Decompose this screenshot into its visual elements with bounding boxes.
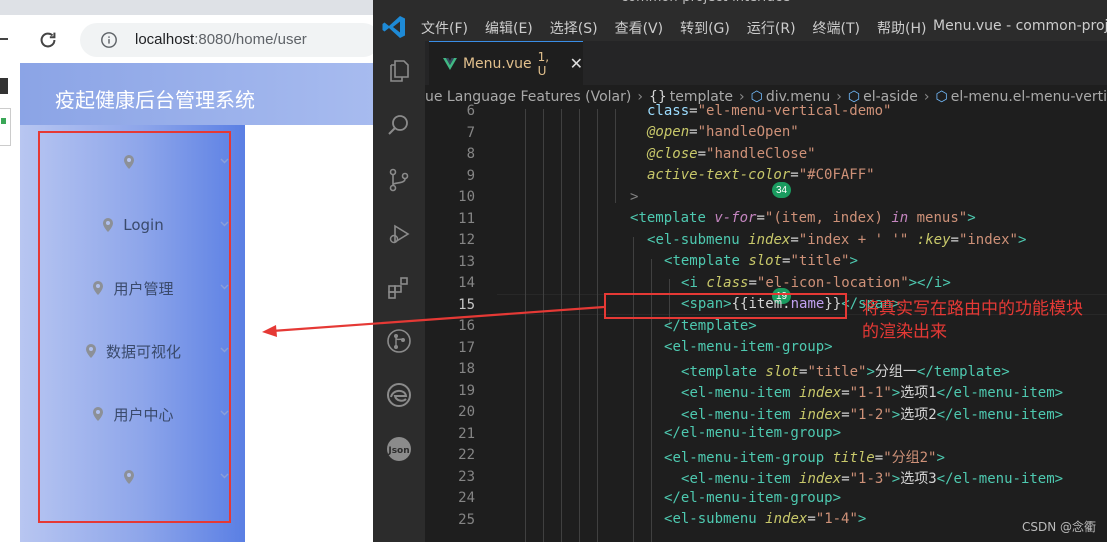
- ghost-window-title: common-project-interface: [621, 0, 790, 5]
- side-fragment: [0, 78, 8, 94]
- code-line-23: <el-menu-item index="1-3">选项3</el-menu-i…: [681, 471, 1064, 487]
- line-number: 21: [458, 425, 475, 442]
- code-line-8: @close="handleClose": [647, 146, 816, 162]
- line-number: 23: [458, 468, 475, 485]
- menu-help[interactable]: 帮助(H): [877, 18, 926, 38]
- watermark: CSDN @念衢: [1022, 520, 1097, 534]
- line-number: 15: [458, 296, 475, 313]
- url-path: :8080/home/user: [194, 31, 307, 48]
- line-number: 10: [458, 189, 475, 205]
- code-line-14: <i class="el-icon-location"></i>: [681, 275, 951, 291]
- search-icon[interactable]: [386, 112, 412, 138]
- line-number: 24: [458, 490, 475, 506]
- line-number: 7: [466, 124, 475, 141]
- code-line-20: <el-menu-item index="1-2">选项2</el-menu-i…: [681, 407, 1064, 423]
- json-icon[interactable]: Json: [386, 436, 412, 462]
- vue-file-icon: [443, 57, 457, 70]
- git-graph-icon[interactable]: [386, 328, 412, 354]
- line-number: 9: [466, 167, 475, 184]
- menu-edit[interactable]: 编辑(E): [485, 18, 533, 38]
- side-fragment-panel: [0, 108, 11, 146]
- code-line-25: <el-submenu index="1-4">: [664, 511, 867, 527]
- window-title: Menu.vue - common-project-: [933, 18, 1107, 34]
- code-line-12: <el-submenu index="index + ' '" :key="in…: [647, 232, 1027, 248]
- editor-tab-bar: Menu.vue 1, U ✕: [425, 41, 1107, 85]
- code-line-17: <el-menu-item-group>: [664, 339, 833, 355]
- line-number: 17: [458, 339, 475, 356]
- line-number: 11: [458, 210, 475, 227]
- reload-icon[interactable]: [37, 29, 59, 51]
- line-number-gutter: 6 7 8 9 10 11 12 13 14 15 16 17 18 19 20 21 22 23 24 25: [425, 103, 497, 542]
- indent-guide: [597, 109, 598, 542]
- sidebar-highlight-box: [38, 131, 231, 523]
- browser-window: localhost:8080/home/user 疫起健康后台管理系统 Logi…: [0, 0, 373, 542]
- menu-run[interactable]: 运行(R): [747, 18, 796, 38]
- line-number: 22: [458, 447, 475, 463]
- close-icon[interactable]: ✕: [570, 54, 583, 73]
- menu-terminal[interactable]: 终端(T): [813, 18, 860, 38]
- annotation-line-1: 将真实写在路由中的功能模块: [862, 299, 1083, 319]
- line-number: 16: [458, 318, 475, 334]
- app-header: 疫起健康后台管理系统: [20, 63, 373, 125]
- line-number: 8: [466, 146, 475, 162]
- explorer-icon[interactable]: [386, 58, 412, 84]
- breadcrumb-item-el-menu[interactable]: el-menu.el-menu-vertical-de: [951, 89, 1107, 105]
- element-icon: ⬡: [935, 89, 948, 105]
- breadcrumb-separator: ›: [637, 89, 643, 105]
- line-number: 13: [458, 253, 475, 270]
- code-line-7: @open="handleOpen": [647, 124, 799, 140]
- vscode-logo-icon: [382, 16, 405, 38]
- code-line-19: <el-menu-item index="1-1">选项1</el-menu-i…: [681, 385, 1064, 401]
- back-button-edge[interactable]: [0, 38, 8, 40]
- url-text[interactable]: localhost:8080/home/user: [135, 31, 307, 48]
- vscode-window: common-project-interface 文件(F) 编辑(E) 选择(…: [373, 0, 1107, 542]
- line-number: 14: [458, 275, 475, 291]
- line-number: 19: [458, 382, 475, 399]
- line-number: 18: [458, 361, 475, 377]
- indent-guide: [525, 109, 526, 542]
- line-number: 20: [458, 404, 475, 420]
- code-line-10: >: [630, 189, 639, 205]
- code-line-16: </template>: [664, 318, 757, 334]
- menu-file[interactable]: 文件(F): [421, 18, 468, 38]
- line-number: 6: [466, 103, 475, 119]
- tab-label: Menu.vue: [462, 55, 532, 72]
- app-title: 疫起健康后台管理系统: [55, 88, 255, 112]
- indent-guide: [561, 109, 562, 542]
- code-line-21: </el-menu-item-group>: [664, 425, 842, 441]
- line-number: 12: [458, 232, 475, 248]
- code-line-24: </el-menu-item-group>: [664, 490, 842, 506]
- edge-devtools-icon[interactable]: [386, 382, 412, 408]
- indent-guide: [615, 109, 616, 203]
- menu-bar: 文件(F) 编辑(E) 选择(S) 查看(V) 转到(G) 运行(R) 终端(T…: [421, 18, 943, 38]
- run-debug-icon[interactable]: [386, 221, 412, 247]
- breadcrumb-separator: ›: [923, 89, 930, 105]
- side-fragment-mark: [1, 118, 6, 124]
- code-line-18: <template slot="title">分组一</template>: [681, 364, 1010, 380]
- source-control-icon[interactable]: [386, 167, 412, 193]
- info-icon[interactable]: [100, 31, 118, 49]
- indent-guide: [543, 109, 544, 542]
- menu-go[interactable]: 转到(G): [680, 18, 730, 38]
- svg-text:Json: Json: [387, 446, 409, 456]
- code-line-13: <template slot="title">: [664, 253, 858, 269]
- main-content: [245, 125, 373, 542]
- tab-status: 1, U: [537, 49, 550, 78]
- browser-tab-strip: [0, 0, 373, 15]
- extensions-icon[interactable]: [386, 275, 412, 301]
- line-number: 25: [458, 511, 475, 528]
- code-line-9: active-text-color="#C0FAFF": [647, 167, 875, 183]
- code-highlight-box: [604, 293, 847, 319]
- indent-guide: [633, 237, 634, 542]
- menu-selection[interactable]: 选择(S): [550, 18, 598, 38]
- annotation-line-2: 的渲染出来: [862, 322, 947, 342]
- code-line-11: <template v-for="(item, index) in menus"…: [630, 210, 976, 226]
- annotation-text: 将真实写在路由中的功能模块 的渲染出来: [862, 298, 1102, 344]
- menu-view[interactable]: 查看(V): [615, 18, 664, 38]
- indent-guide: [579, 109, 580, 542]
- tab-menu-vue[interactable]: Menu.vue 1, U ✕: [429, 41, 583, 85]
- code-line-22: <el-menu-item-group title="分组2">: [664, 450, 945, 466]
- code-line-6: class="el-menu-vertical-demo": [647, 103, 892, 119]
- url-host: localhost: [135, 31, 195, 48]
